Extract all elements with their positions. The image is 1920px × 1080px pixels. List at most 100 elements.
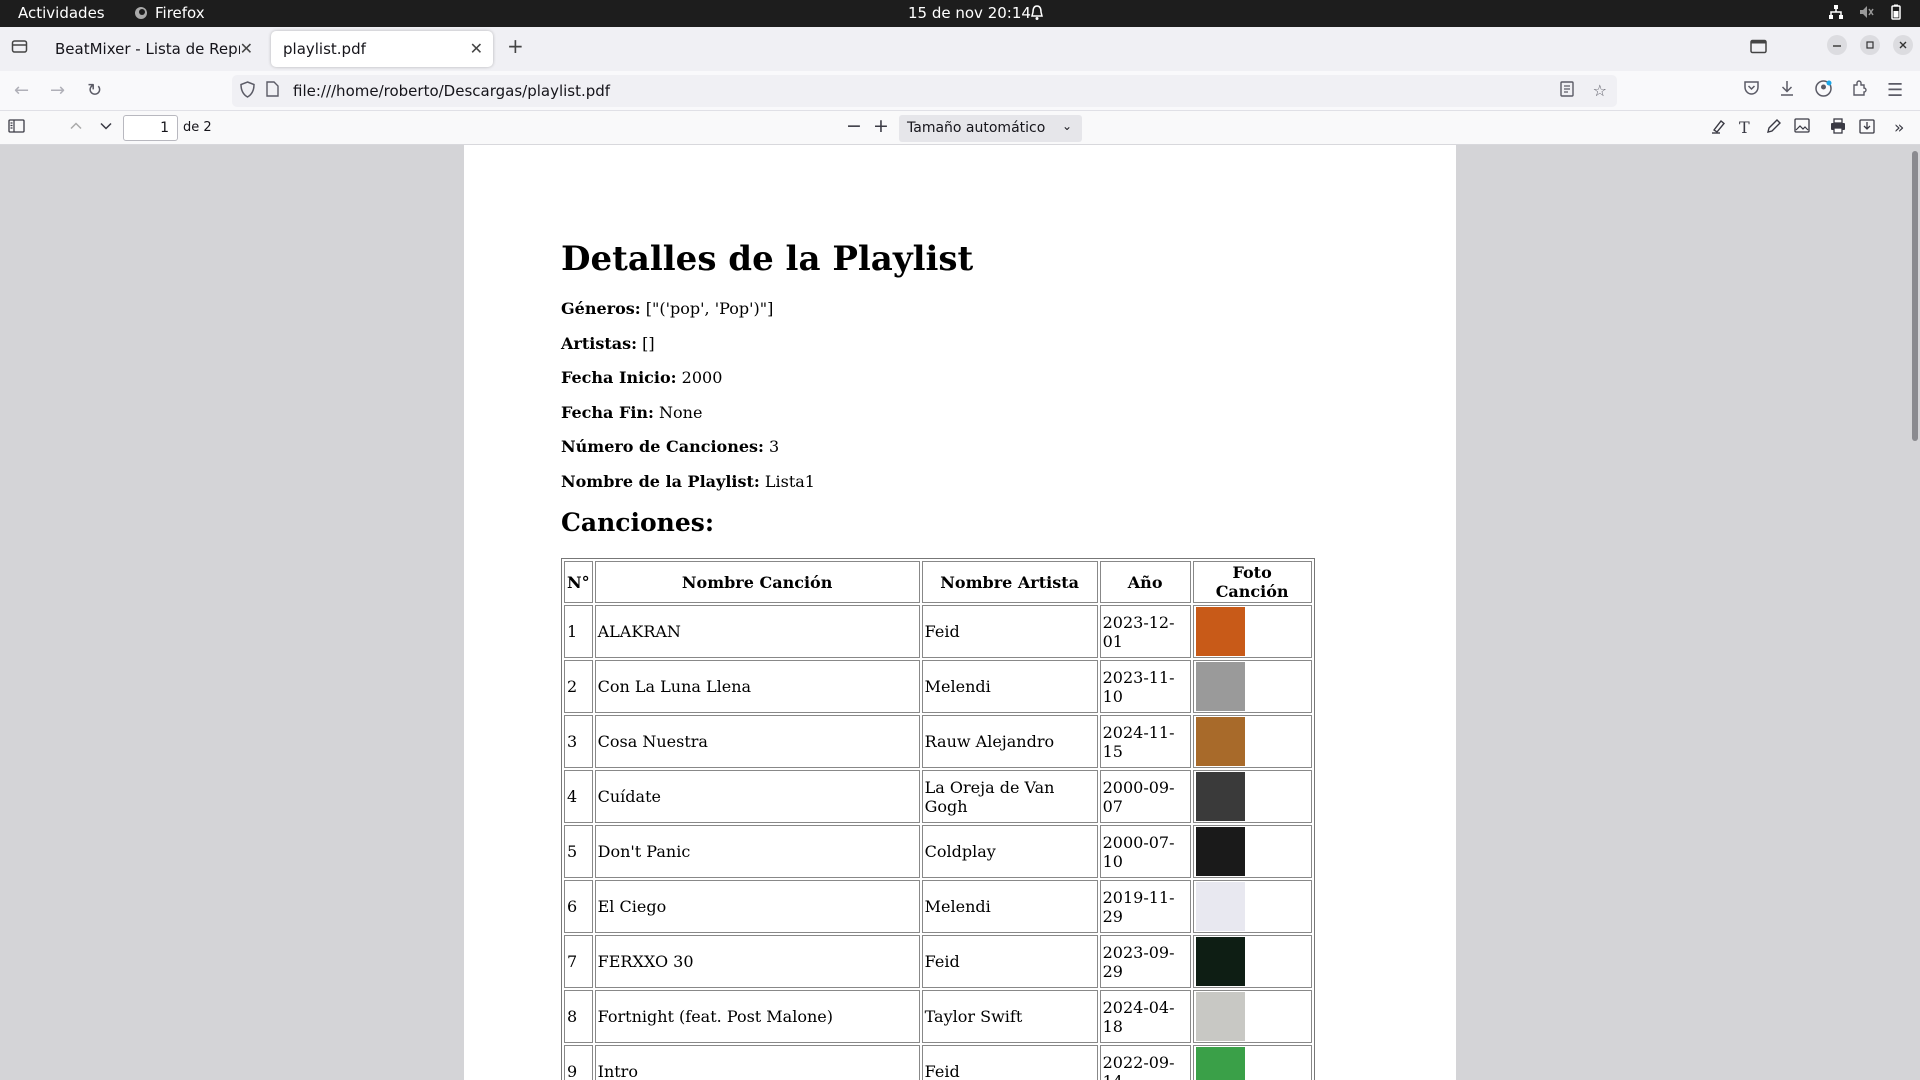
zoom-select[interactable]: Tamaño automático ⌄: [899, 115, 1082, 142]
clock[interactable]: 15 de nov 20:14: [908, 4, 1031, 22]
songs-table-body: 1 ALAKRAN Feid 2023-12-01 2 Con La Luna Llena…: [564, 605, 1312, 1080]
cell-year: 2000-07-10: [1099, 825, 1191, 878]
cell-number: 5: [564, 825, 593, 878]
close-tab-icon[interactable]: ✕: [240, 39, 253, 58]
cell-year: 2022-09-14: [1099, 1045, 1191, 1080]
file-page-icon[interactable]: [266, 81, 279, 101]
table-row: 8 Fortnight (feat. Post Malone) Taylor Swi…: [564, 990, 1312, 1043]
album-cover-image: [1195, 662, 1245, 711]
cell-song-name: Fortnight (feat. Post Malone): [594, 990, 920, 1043]
cell-year: 2023-12-01: [1099, 605, 1191, 658]
meta-artists: Artistas: []: [561, 334, 655, 353]
draw-icon[interactable]: [1766, 118, 1782, 138]
cell-artist-name: Feid: [921, 605, 1098, 658]
meta-value: Lista1: [764, 472, 815, 491]
tab-bar: BeatMixer - Lista de Reproducción ✕ play…: [0, 27, 1920, 71]
close-window-icon[interactable]: [1893, 35, 1913, 60]
meta-start-date: Fecha Inicio: 2000: [561, 368, 722, 387]
forward-arrow-icon[interactable]: →: [50, 80, 65, 101]
reader-view-icon[interactable]: [1560, 81, 1574, 101]
cell-song-name: Con La Luna Llena: [594, 660, 920, 713]
meta-value: ["('pop', 'Pop')"]: [645, 299, 774, 318]
album-cover-image: [1195, 937, 1245, 986]
app-menu-hamburger-icon[interactable]: ☰: [1887, 80, 1903, 101]
save-icon[interactable]: [1859, 118, 1875, 138]
cell-artist-name: Feid: [921, 1045, 1098, 1080]
table-row: 5 Don't Panic Coldplay 2000-07-10: [564, 825, 1312, 878]
navigation-toolbar: ← → ↻ file:///home/roberto/Descargas/pla…: [0, 71, 1920, 111]
url-text[interactable]: file:///home/roberto/Descargas/playlist.…: [293, 82, 610, 100]
previous-page-icon[interactable]: [69, 118, 83, 137]
notification-bell-icon[interactable]: [1030, 5, 1044, 25]
cell-artist-name: Feid: [921, 935, 1098, 988]
account-icon[interactable]: [1815, 80, 1832, 102]
list-all-tabs-icon[interactable]: [1750, 38, 1767, 59]
tab-title: BeatMixer - Lista de Reproducción: [55, 40, 240, 58]
tab-beatmixer[interactable]: BeatMixer - Lista de Reproducción ✕: [43, 31, 263, 67]
reload-icon[interactable]: ↻: [87, 80, 102, 101]
pdf-toolbar: 1 de 2 − + Tamaño automático ⌄ T »: [0, 111, 1920, 145]
cell-year: 2023-09-29: [1099, 935, 1191, 988]
cell-song-photo: [1192, 605, 1312, 658]
meta-end-date: Fecha Fin: None: [561, 403, 702, 422]
cell-number: 9: [564, 1045, 593, 1080]
bookmark-star-icon[interactable]: ☆: [1593, 81, 1607, 100]
firefox-view-icon[interactable]: [11, 38, 28, 59]
tracking-shield-icon[interactable]: [240, 81, 255, 102]
cell-year: 2024-04-18: [1099, 990, 1191, 1043]
meta-genres: Géneros: ["('pop', 'Pop')"]: [561, 299, 773, 318]
table-row: 6 El Ciego Melendi 2019-11-29: [564, 880, 1312, 933]
tab-title: playlist.pdf: [283, 40, 366, 58]
page-number-input[interactable]: 1: [123, 115, 178, 141]
battery-icon: [1891, 4, 1901, 20]
cell-number: 8: [564, 990, 593, 1043]
cell-song-name: FERXXO 30: [594, 935, 920, 988]
pdf-viewer[interactable]: Detalles de la Playlist Géneros: ["('pop…: [0, 145, 1920, 1080]
downloads-icon[interactable]: [1779, 80, 1795, 102]
header-artist-name: Nombre Artista: [921, 561, 1098, 603]
header-year: Año: [1099, 561, 1191, 603]
cell-number: 6: [564, 880, 593, 933]
minimize-window-icon[interactable]: [1827, 35, 1847, 60]
firefox-icon: [135, 7, 147, 19]
zoom-in-icon[interactable]: +: [873, 115, 889, 137]
close-tab-icon[interactable]: ✕: [470, 39, 483, 58]
album-cover-image: [1195, 882, 1245, 931]
more-tools-icon[interactable]: »: [1894, 118, 1904, 138]
meta-label: Artistas:: [561, 334, 637, 353]
pocket-icon[interactable]: [1743, 80, 1760, 101]
extensions-icon[interactable]: [1851, 80, 1867, 101]
meta-label: Fecha Fin:: [561, 403, 654, 422]
restore-window-icon[interactable]: [1860, 35, 1880, 60]
print-icon[interactable]: [1830, 118, 1846, 138]
zoom-out-icon[interactable]: −: [846, 115, 862, 137]
table-row: 3 Cosa Nuestra Rauw Alejandro 2024-11-15: [564, 715, 1312, 768]
add-image-icon[interactable]: [1794, 118, 1810, 137]
text-tool-icon[interactable]: T: [1739, 118, 1750, 137]
highlight-icon[interactable]: [1711, 118, 1727, 138]
cell-number: 4: [564, 770, 593, 823]
system-status-area[interactable]: [1828, 4, 1904, 20]
cell-song-name: Cosa Nuestra: [594, 715, 920, 768]
cell-year: 2023-11-10: [1099, 660, 1191, 713]
songs-table: N° Nombre Canción Nombre Artista Año Fot…: [561, 558, 1315, 1080]
meta-label: Fecha Inicio:: [561, 368, 677, 387]
next-page-icon[interactable]: [99, 118, 113, 137]
cell-song-photo: [1192, 770, 1312, 823]
new-tab-icon[interactable]: +: [507, 34, 524, 58]
album-cover-image: [1195, 992, 1245, 1041]
album-cover-image: [1195, 1047, 1245, 1080]
tab-playlist-pdf[interactable]: playlist.pdf ✕: [271, 31, 493, 67]
url-bar[interactable]: file:///home/roberto/Descargas/playlist.…: [232, 75, 1617, 107]
meta-value: 3: [769, 437, 780, 456]
toggle-sidebar-icon[interactable]: [8, 118, 25, 137]
network-icon: [1829, 5, 1843, 19]
back-arrow-icon[interactable]: ←: [14, 80, 29, 101]
document-title: Detalles de la Playlist: [561, 239, 974, 279]
zoom-value: Tamaño automático: [907, 120, 1046, 136]
vertical-scrollbar[interactable]: [1912, 151, 1918, 441]
cell-song-photo: [1192, 660, 1312, 713]
app-menu[interactable]: Firefox: [134, 4, 205, 22]
cell-number: 3: [564, 715, 593, 768]
activities-button[interactable]: Actividades: [18, 4, 105, 22]
